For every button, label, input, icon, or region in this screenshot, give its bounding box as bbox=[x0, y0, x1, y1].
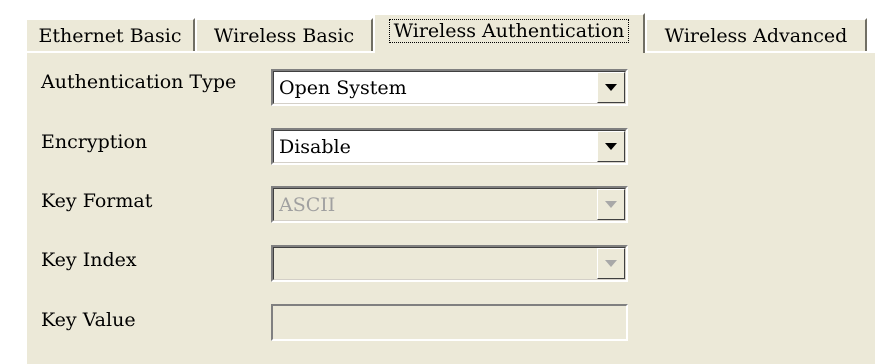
dropdown-arrow-icon[interactable] bbox=[597, 72, 625, 103]
key-format-label: Key Format bbox=[41, 190, 153, 212]
encryption-select[interactable]: Disable bbox=[271, 128, 628, 165]
dropdown-arrow-icon[interactable] bbox=[597, 189, 625, 220]
authentication-type-value: Open System bbox=[279, 77, 407, 99]
key-format-value: ASCII bbox=[279, 194, 336, 216]
tab-wireless-basic[interactable]: Wireless Basic bbox=[195, 18, 373, 51]
dropdown-arrow-icon[interactable] bbox=[597, 248, 625, 279]
key-index-select[interactable] bbox=[271, 245, 628, 282]
encryption-label: Encryption bbox=[41, 131, 148, 153]
key-index-label: Key Index bbox=[41, 249, 137, 271]
key-format-select[interactable]: ASCII bbox=[271, 186, 628, 223]
wireless-authentication-panel: Authentication Type Open System Encrypti… bbox=[25, 51, 875, 364]
tab-strip: Ethernet Basic Wireless Basic Wireless A… bbox=[25, 13, 875, 53]
tab-wireless-advanced[interactable]: Wireless Advanced bbox=[645, 18, 867, 51]
key-value-field[interactable] bbox=[271, 304, 628, 341]
tab-label: Wireless Basic bbox=[213, 24, 355, 47]
tab-label: Ethernet Basic bbox=[38, 24, 182, 47]
key-value-label: Key Value bbox=[41, 309, 136, 331]
tab-wireless-authentication[interactable]: Wireless Authentication bbox=[373, 13, 645, 53]
authentication-type-label: Authentication Type bbox=[41, 71, 237, 93]
encryption-value: Disable bbox=[279, 136, 351, 158]
tab-label: Wireless Advanced bbox=[664, 24, 848, 47]
authentication-type-select[interactable]: Open System bbox=[271, 69, 628, 106]
dropdown-arrow-icon[interactable] bbox=[597, 131, 625, 162]
tab-ethernet-basic[interactable]: Ethernet Basic bbox=[25, 18, 195, 51]
tab-label: Wireless Authentication bbox=[388, 19, 630, 43]
